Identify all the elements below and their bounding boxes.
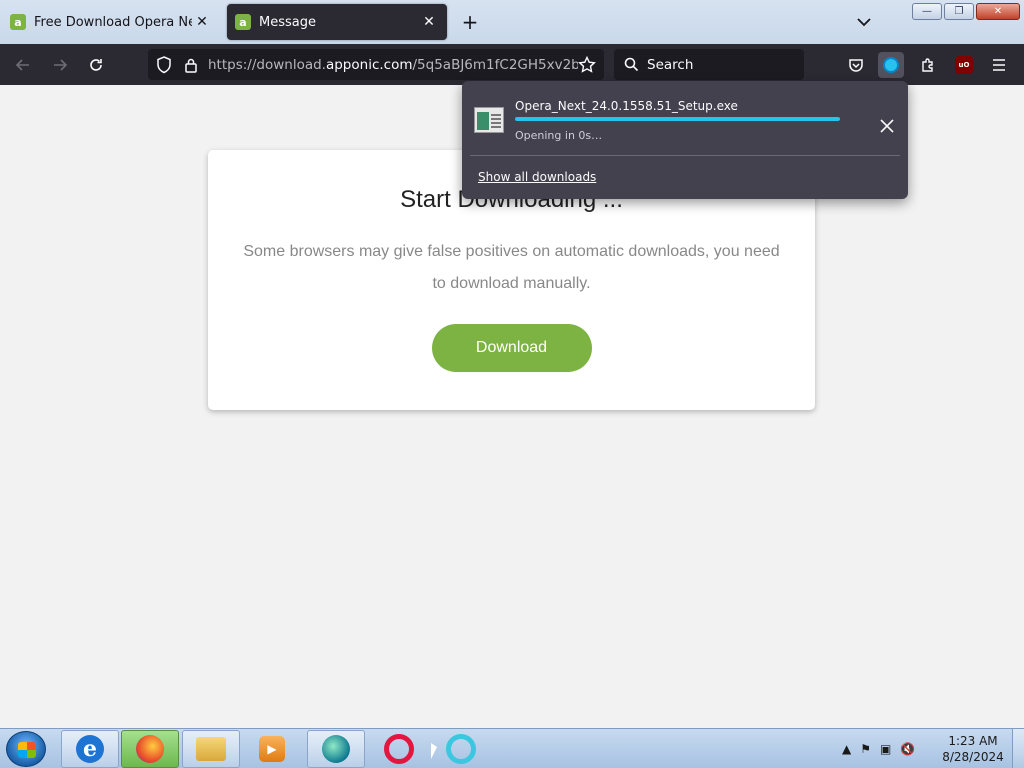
- new-tab-button[interactable]: +: [458, 10, 482, 34]
- window-controls: — ❐ ✕: [912, 3, 1020, 20]
- navigation-toolbar: https://download.apponic.com/5q5aBJ6m1fC…: [0, 44, 1024, 85]
- shield-icon[interactable]: [156, 55, 172, 74]
- taskbar-internet-explorer[interactable]: e: [61, 730, 119, 768]
- mouse-cursor-icon: [431, 743, 437, 759]
- windows-taskbar: e ▶ ▲ ⚑ ▣ 🔇 1:23 AM 8/28/2024: [0, 728, 1024, 768]
- media-player-icon: ▶: [259, 736, 285, 762]
- show-desktop-button[interactable]: [1012, 729, 1024, 768]
- site-favicon-icon: a: [10, 14, 26, 30]
- tab-close-icon[interactable]: ✕: [192, 12, 212, 32]
- puzzle-piece-icon: [922, 58, 933, 72]
- list-all-tabs-button[interactable]: [852, 10, 876, 34]
- app-menu-button[interactable]: [986, 52, 1012, 78]
- tab-close-icon[interactable]: ✕: [419, 12, 439, 32]
- arrow-left-icon: [15, 59, 29, 71]
- close-window-button[interactable]: ✕: [976, 3, 1020, 20]
- extensions-button[interactable]: [915, 52, 941, 78]
- opera-icon: [384, 734, 414, 764]
- taskbar-opera-gx[interactable]: [432, 730, 490, 768]
- download-item[interactable]: Opera_Next_24.0.1558.51_Setup.exe Openin…: [470, 89, 900, 151]
- firefox-icon: [136, 735, 164, 763]
- show-hidden-icons-icon[interactable]: ▲: [842, 742, 851, 756]
- search-placeholder: Search: [647, 56, 694, 73]
- close-icon: [880, 119, 894, 133]
- url-path: /5q5aBJ6m1fC2GH5xv2b_p: [412, 56, 579, 73]
- tab-title: Free Download Opera Next: [34, 14, 192, 30]
- lock-icon[interactable]: [184, 57, 198, 73]
- tab-message[interactable]: a Message ✕: [227, 4, 447, 40]
- search-input[interactable]: Search: [614, 49, 804, 80]
- start-button[interactable]: [6, 731, 46, 767]
- download-progress-fill: [515, 117, 840, 121]
- pocket-button[interactable]: [843, 52, 869, 78]
- chevron-down-icon: [857, 17, 871, 26]
- volume-muted-icon[interactable]: 🔇: [900, 742, 915, 756]
- url-prefix: https://download.: [208, 56, 326, 73]
- reload-icon: [90, 59, 102, 71]
- clock-date: 8/28/2024: [942, 750, 1004, 764]
- clock-time: 1:23 AM: [948, 734, 998, 748]
- url-text[interactable]: https://download.apponic.com/5q5aBJ6m1fC…: [208, 57, 578, 73]
- back-button[interactable]: [10, 52, 36, 78]
- forward-button[interactable]: [47, 52, 73, 78]
- folder-icon: [196, 737, 226, 761]
- downloads-panel: Opera_Next_24.0.1558.51_Setup.exe Openin…: [462, 81, 908, 199]
- pocket-icon: [849, 58, 863, 72]
- taskbar-edge[interactable]: [307, 730, 365, 768]
- page-message: Some browsers may give false positives o…: [243, 243, 780, 292]
- url-domain: apponic.com: [325, 56, 413, 73]
- installer-file-icon: [474, 107, 504, 133]
- arrow-right-icon: [54, 59, 68, 71]
- tab-title: Message: [259, 14, 316, 30]
- minimize-button[interactable]: —: [912, 3, 942, 20]
- bookmark-star-icon[interactable]: [578, 55, 596, 74]
- cancel-download-button[interactable]: [874, 113, 900, 139]
- taskbar-file-explorer[interactable]: [182, 730, 240, 768]
- taskbar-media-player[interactable]: ▶: [243, 730, 301, 768]
- ublock-origin-button[interactable]: uO: [951, 52, 977, 78]
- search-icon: [624, 57, 639, 72]
- system-tray: ▲ ⚑ ▣ 🔇: [842, 729, 915, 768]
- taskbar-opera[interactable]: [370, 730, 428, 768]
- network-icon[interactable]: ▣: [880, 742, 891, 756]
- taskbar-firefox[interactable]: [121, 730, 179, 768]
- ublock-origin-icon: uO: [955, 56, 973, 74]
- download-button[interactable]: Download: [431, 324, 592, 372]
- tab-strip: a Free Download Opera Next ✕ a Message ✕…: [0, 0, 1024, 44]
- restore-button[interactable]: ❐: [944, 3, 974, 20]
- internet-explorer-icon: e: [76, 735, 104, 763]
- panel-divider: [470, 155, 900, 156]
- action-center-flag-icon[interactable]: ⚑: [860, 742, 871, 756]
- opera-gx-icon: [446, 734, 476, 764]
- download-filename: Opera_Next_24.0.1558.51_Setup.exe: [515, 99, 738, 113]
- show-all-downloads-button[interactable]: Show all downloads: [478, 170, 596, 184]
- download-progress-icon: [883, 57, 899, 73]
- site-favicon-icon: a: [235, 14, 251, 30]
- edge-icon: [322, 735, 350, 763]
- tab-free-download-opera-next[interactable]: a Free Download Opera Next ✕: [2, 4, 220, 40]
- downloads-button[interactable]: [878, 52, 904, 78]
- download-status: Opening in 0s…: [515, 129, 603, 142]
- address-bar[interactable]: https://download.apponic.com/5q5aBJ6m1fC…: [148, 49, 604, 80]
- system-clock[interactable]: 1:23 AM 8/28/2024: [940, 733, 1006, 765]
- hamburger-menu-icon: [993, 59, 1005, 71]
- show-all-downloads-label: Show all downloads: [478, 170, 597, 184]
- reload-button[interactable]: [83, 52, 109, 78]
- download-progress-bar: [515, 117, 840, 121]
